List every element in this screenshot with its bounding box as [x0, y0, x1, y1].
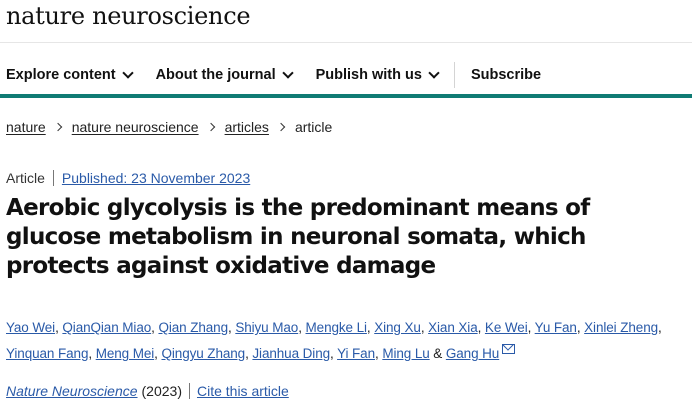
author-link[interactable]: Xinlei Zheng: [584, 320, 658, 335]
citation-line: Nature Neuroscience (2023) Cite this art…: [6, 383, 289, 399]
breadcrumb-current: article: [294, 119, 333, 135]
breadcrumb-nature-neuroscience[interactable]: nature neuroscience: [72, 119, 199, 135]
author-link[interactable]: Ke Wei: [485, 320, 528, 335]
chevron-down-icon: [281, 67, 294, 79]
nav-label: Publish with us: [315, 67, 422, 83]
author-link[interactable]: Qingyu Zhang: [161, 346, 245, 361]
chevron-right-icon: [206, 122, 215, 132]
nav-subscribe[interactable]: Subscribe: [471, 67, 541, 83]
accent-bar: [0, 94, 692, 98]
meta-divider: [188, 383, 190, 399]
nav-label: About the journal: [155, 67, 276, 83]
author-link[interactable]: Gang Hu: [446, 346, 499, 361]
author-list: Yao Wei, QianQian Miao, Qian Zhang, Shiy…: [6, 320, 662, 361]
main-nav: Explore content About the journal Publis…: [6, 62, 565, 88]
author-link[interactable]: Xing Xu: [374, 320, 421, 335]
journal-link[interactable]: Nature Neuroscience: [6, 383, 138, 399]
chevron-down-icon: [121, 67, 134, 79]
nav-label: Explore content: [6, 67, 116, 83]
author-join: &: [433, 346, 443, 361]
author-link[interactable]: Qian Zhang: [158, 320, 228, 335]
cite-this-article-link[interactable]: Cite this article: [197, 383, 289, 399]
breadcrumb: nature nature neuroscience articles arti…: [6, 119, 332, 135]
journal-year: (2023): [141, 383, 182, 399]
author-link[interactable]: Yi Fan: [337, 346, 375, 361]
header-divider: [0, 42, 692, 43]
author-link[interactable]: QianQian Miao: [62, 320, 151, 335]
article-meta: Article Published: 23 November 2023: [6, 170, 250, 186]
nav-publish-with-us[interactable]: Publish with us: [315, 67, 440, 83]
nav-explore-content[interactable]: Explore content: [6, 67, 134, 83]
author-link[interactable]: Ming Lu: [382, 346, 429, 361]
author-link[interactable]: Mengke Li: [306, 320, 367, 335]
author-link[interactable]: Yu Fan: [535, 320, 577, 335]
author-link[interactable]: Shiyu Mao: [235, 320, 298, 335]
nav-about-journal[interactable]: About the journal: [155, 67, 294, 83]
nav-separator: [453, 62, 455, 88]
article-title: Aerobic glycolysis is the predominant me…: [6, 195, 590, 279]
chevron-right-icon: [53, 122, 62, 132]
mail-icon[interactable]: [502, 344, 516, 354]
meta-divider: [52, 170, 54, 186]
author-link[interactable]: Yao Wei: [6, 320, 55, 335]
site-logo[interactable]: nature neuroscience: [6, 2, 251, 30]
author-link[interactable]: Jianhua Ding: [252, 346, 330, 361]
breadcrumb-articles[interactable]: articles: [225, 119, 269, 135]
published-date[interactable]: Published: 23 November 2023: [62, 170, 250, 186]
author-link[interactable]: Yinquan Fang: [6, 346, 88, 361]
chevron-right-icon: [276, 122, 286, 132]
author-link[interactable]: Xian Xia: [428, 320, 478, 335]
chevron-down-icon: [428, 67, 440, 79]
breadcrumb-nature[interactable]: nature: [6, 119, 46, 135]
author-link[interactable]: Meng Mei: [96, 346, 155, 361]
journal-name: Nature Neuroscience: [6, 383, 138, 399]
article-type: Article: [6, 170, 45, 186]
